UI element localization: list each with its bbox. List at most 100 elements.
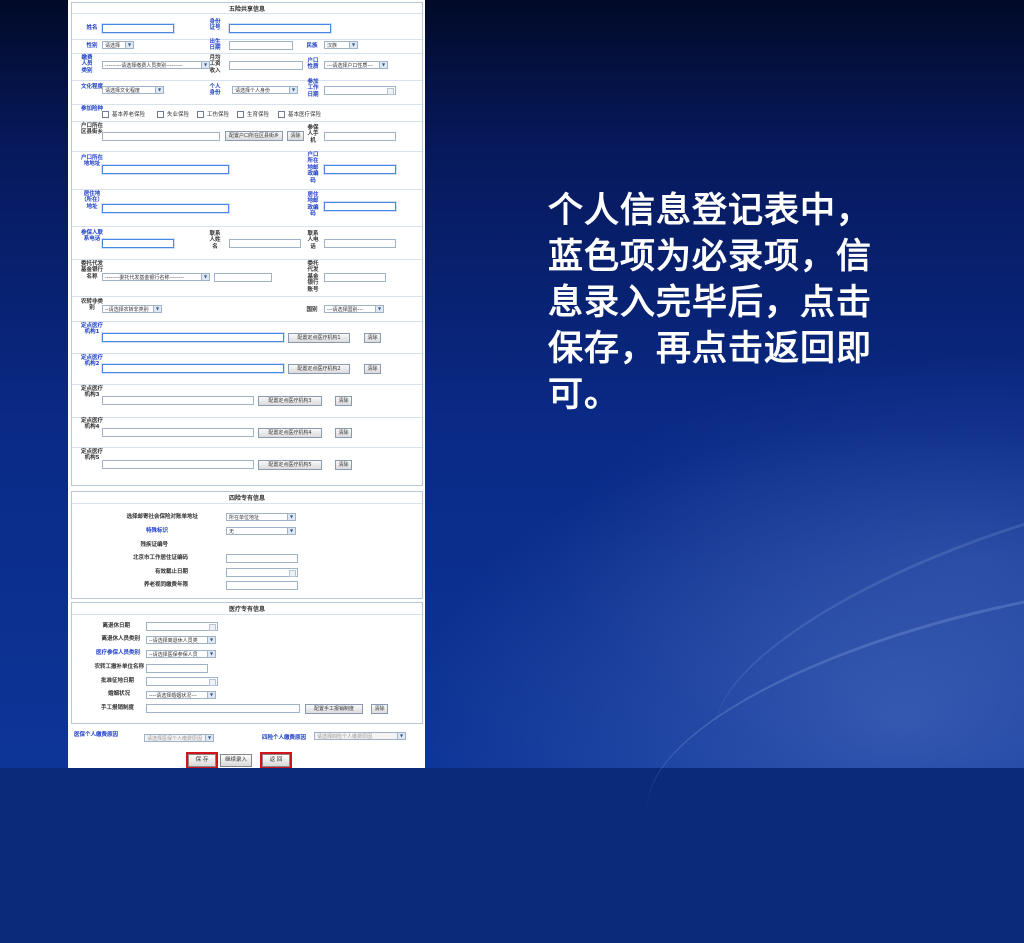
retire-type-label: 离退休人员类别 (101, 636, 140, 642)
config-hospital-4-button[interactable]: 配置定点医疗机构4 (258, 428, 322, 438)
unemployment-label: 失业保险 (167, 112, 190, 118)
chevron-down-icon: ▼ (125, 42, 133, 48)
name-input[interactable] (102, 24, 174, 33)
hospital-4-input[interactable] (102, 428, 254, 437)
back-button[interactable]: 返 回 (260, 752, 292, 768)
rural-type-label: 农转非类别 (80, 299, 103, 312)
beijing-residence-input[interactable] (226, 554, 298, 563)
hospital-3-input[interactable] (102, 396, 254, 405)
work-date-label: 参加工作日期 (307, 79, 319, 98)
mobile-label: 参保人手机 (307, 125, 319, 144)
calendar-icon[interactable] (209, 679, 216, 686)
marriage-select[interactable]: ----请选择婚姻状况--- ▼ (146, 691, 216, 699)
residence-address-input[interactable] (102, 204, 229, 213)
id-number-input[interactable] (229, 24, 331, 33)
contact-name-input[interactable] (229, 239, 301, 248)
contact-phone-input[interactable] (102, 239, 174, 248)
ethnic-select[interactable]: 汉族 ▼ (324, 41, 358, 49)
med-pay-reason-select[interactable]: 请选择医保个人缴费原因 ▼ (144, 734, 214, 742)
approve-date-input[interactable] (146, 677, 218, 686)
hospital-5-input[interactable] (102, 460, 254, 469)
config-hukou-district-button[interactable]: 配置户口所在区县街乡 (225, 131, 283, 141)
retire-date-input[interactable] (146, 622, 218, 631)
contact-phone-label: 参保人联系电话 (80, 230, 103, 243)
mail-address-label: 选择邮寄社会保险对账单地址 (126, 514, 198, 520)
clear-hospital-3-button[interactable]: 清除 (335, 396, 352, 406)
insurance-type-label: 参加险种 (80, 106, 103, 112)
medical-checkbox[interactable] (278, 111, 285, 118)
country-select[interactable]: ---请选择国别--- ▼ (324, 305, 384, 313)
rural-unit-input[interactable] (146, 664, 208, 673)
five-insurance-shared-section: 五险共享信息 姓名 身份证号 性别 请选择 ▼ 出生日期 民族 汉族 ▼ 缴费人员类… (71, 2, 423, 486)
identity-label: 个人身份 (209, 84, 221, 97)
pension-years-input[interactable] (226, 581, 298, 590)
injury-checkbox[interactable] (197, 111, 204, 118)
mobile-input[interactable] (324, 132, 396, 141)
hospital-1-input[interactable] (102, 333, 284, 342)
payer-type-select[interactable]: ---------请选择缴费人员类别--------- ▼ (102, 61, 210, 69)
clear-hospital-5-button[interactable]: 清除 (335, 460, 352, 470)
hospital-2-label: 定点医疗机构2 (80, 355, 103, 368)
education-select[interactable]: 请选择文化程度 ▼ (102, 86, 164, 94)
avg-wage-input[interactable] (229, 61, 303, 70)
config-manual-reimburse-button[interactable]: 配置手工报销制度 (305, 704, 363, 714)
config-hospital-2-button[interactable]: 配置定点医疗机构2 (288, 364, 350, 374)
chevron-down-icon: ▼ (375, 306, 383, 312)
rural-type-select[interactable]: --请选择农转非类别 ▼ (102, 305, 162, 313)
calendar-icon[interactable] (387, 88, 394, 95)
hospital-2-input[interactable] (102, 364, 284, 373)
config-hospital-5-button[interactable]: 配置定点医疗机构5 (258, 460, 322, 470)
hukou-nature-select[interactable]: ---请选择户口性质--- ▼ (324, 61, 388, 69)
retire-type-select[interactable]: --请选择离退休人员类 ▼ (146, 636, 216, 644)
avg-wage-label: 月均工资收入 (209, 55, 221, 74)
clear-hukou-district-button[interactable]: 清除 (287, 131, 304, 141)
hukou-address-input[interactable] (102, 165, 229, 174)
name-label: 姓名 (86, 25, 98, 31)
slide-caption: 个人信息登记表中，蓝色项为必录项，信息录入完毕后，点击保存，再点击返回即可。 (548, 190, 873, 415)
calendar-icon[interactable] (209, 624, 216, 631)
hukou-district-input[interactable] (102, 132, 220, 141)
calendar-icon[interactable] (289, 570, 296, 577)
med-type-label: 医疗参保人员类别 (95, 650, 140, 656)
unemployment-checkbox[interactable] (157, 111, 164, 118)
bank-name-select[interactable]: --------委托代发基金银行名称-------- ▼ (102, 273, 210, 281)
disability-id-label: 残疾证编号 (140, 542, 168, 548)
continue-entry-button[interactable]: 继续录入 (220, 754, 252, 767)
chevron-down-icon: ▼ (207, 637, 215, 643)
special-flag-label: 特殊标识 (145, 528, 168, 534)
hospital-3-label: 定点医疗机构3 (80, 386, 103, 399)
beijing-residence-label: 北京市工作居住证编码 (132, 555, 188, 561)
hukou-zip-input[interactable] (324, 165, 396, 174)
clear-hospital-2-button[interactable]: 清除 (364, 364, 381, 374)
clear-hospital-1-button[interactable]: 清除 (364, 333, 381, 343)
mail-address-select[interactable]: 所在单位地址 ▼ (226, 513, 296, 521)
four-pay-reason-label: 四险个人缴费原因 (261, 735, 306, 741)
work-date-input[interactable] (324, 86, 396, 95)
four-insurance-section: 四险专有信息 选择邮寄社会保险对账单地址 所在单位地址 ▼ 特殊标识 无 ▼ 残疾证… (71, 491, 423, 599)
chevron-down-icon: ▼ (155, 87, 163, 93)
contact-tel-label: 联系人电话 (307, 231, 319, 250)
birth-date-input[interactable] (229, 41, 293, 50)
save-button[interactable]: 保 存 (186, 752, 218, 768)
chevron-down-icon: ▼ (379, 62, 387, 68)
config-hospital-1-button[interactable]: 配置定点医疗机构1 (288, 333, 350, 343)
chevron-down-icon: ▼ (207, 692, 215, 698)
contact-tel-input[interactable] (324, 239, 396, 248)
four-pay-reason-select[interactable]: 请选择四险个人缴费原因 ▼ (314, 732, 406, 740)
gender-select[interactable]: 请选择 ▼ (102, 41, 134, 49)
special-flag-select[interactable]: 无 ▼ (226, 527, 296, 535)
bank-name-input[interactable] (214, 273, 272, 282)
valid-until-input[interactable] (226, 568, 298, 577)
hospital-4-label: 定点医疗机构4 (80, 418, 103, 431)
clear-manual-reimburse-button[interactable]: 清除 (371, 704, 388, 714)
config-hospital-3-button[interactable]: 配置定点医疗机构3 (258, 396, 322, 406)
residence-zip-input[interactable] (324, 202, 396, 211)
clear-hospital-4-button[interactable]: 清除 (335, 428, 352, 438)
maternity-checkbox[interactable] (237, 111, 244, 118)
manual-reimburse-input[interactable] (146, 704, 300, 713)
pension-checkbox[interactable] (102, 111, 109, 118)
identity-select[interactable]: 请选择个人身份 ▼ (232, 86, 298, 94)
bank-account-input[interactable] (324, 273, 386, 282)
med-type-select[interactable]: --请选择医保参保人员 ▼ (146, 650, 216, 658)
bank-account-label: 委托代发基金银行账号 (307, 261, 319, 293)
